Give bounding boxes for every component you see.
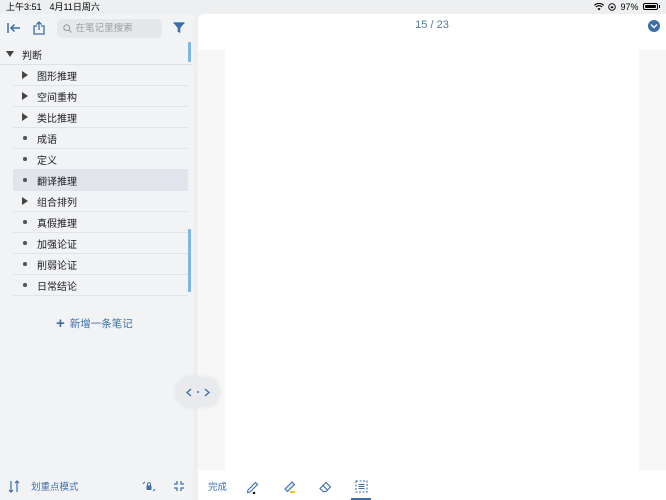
lasso-select-tool-icon[interactable] [351,476,372,500]
highlight-mode-button[interactable]: 划重点模式 [31,479,79,493]
filter-icon[interactable] [172,19,187,37]
scroll-indicator [188,229,191,292]
tree-item-label: 真假推理 [37,218,77,230]
status-time: 上午3:51 [6,2,42,12]
page-canvas[interactable] [225,50,639,470]
page-canvas-area[interactable] [198,50,666,470]
bullet-dot-icon [13,178,37,182]
bullet-dot-icon [13,262,37,266]
bullet-dot-icon [13,283,37,287]
lock-icon[interactable] [141,480,157,493]
annotation-toolbar: 完成 [198,472,666,500]
expand-triangle-icon[interactable] [13,113,37,121]
tree-item-translation-reasoning[interactable]: 翻译推理 [13,170,188,191]
share-icon[interactable] [31,19,46,37]
next-page-icon[interactable] [204,385,210,400]
battery-percentage: 97% [620,1,639,12]
tree-item-label: 类比推理 [37,113,77,125]
previous-page-icon[interactable] [186,385,192,400]
tree-item-label: 成语 [37,134,57,146]
tree-item-weaken-argument[interactable]: 削弱论证 [13,254,188,275]
bullet-dot-icon [13,220,37,224]
tree-item-definition[interactable]: 定义 [13,149,188,170]
add-note-button[interactable]: + 新增一条笔记 [56,316,133,331]
plus-icon: + [56,315,65,332]
page-nav-handle[interactable] [176,377,220,407]
expand-triangle-icon[interactable] [13,71,37,79]
bullet-dot-icon [13,241,37,245]
status-bar: 上午3:51 4月11日周六 97% [0,0,666,13]
expand-triangle-icon[interactable] [13,92,37,100]
tree-root-label: 判断 [22,50,42,62]
search-input[interactable] [75,22,156,34]
tree-item-label: 日常结论 [37,281,77,293]
tree-item-analogy-reasoning[interactable]: 类比推理 [13,107,188,128]
battery-icon [642,3,658,10]
scroll-indicator-top [188,42,191,62]
chevron-down-icon[interactable] [648,20,660,32]
tree-item-label: 翻译推理 [37,176,77,188]
wifi-icon [594,2,605,10]
document-viewer: 15 / 23 完成 [198,14,666,500]
pen-tool-icon[interactable] [243,476,263,496]
notes-sidebar: 判断 图形推理 空间重构 类比推理 成语 定义 翻译推理 组合排列 [0,14,193,500]
tree-item-graphic-reasoning[interactable]: 图形推理 [13,65,188,86]
tree-item-label: 空间重构 [37,92,77,104]
sort-icon[interactable] [8,479,21,493]
tree-item-label: 定义 [37,155,57,167]
collapse-all-icon[interactable] [173,480,185,492]
tree-item-spatial-reconstruction[interactable]: 空间重构 [13,86,188,107]
tree-item-label: 图形推理 [37,71,77,83]
tree-item-daily-conclusion[interactable]: 日常结论 [13,275,188,296]
tree-item-truth-reasoning[interactable]: 真假推理 [13,212,188,233]
tree-item-label: 加强论证 [37,239,77,251]
tree-root-judgment[interactable]: 判断 [0,44,193,65]
highlighter-tool-icon[interactable] [279,476,299,496]
search-icon [62,23,72,33]
tree-item-label: 削弱论证 [37,260,77,272]
tree-item-combination-permutation[interactable]: 组合排列 [13,191,188,212]
expand-triangle-icon[interactable] [13,197,37,205]
tree-item-strengthen-argument[interactable]: 加强论证 [13,233,188,254]
done-button[interactable]: 完成 [208,479,227,493]
status-date: 4月11日周六 [49,2,100,12]
page-indicator: 15 / 23 [415,19,449,31]
collapse-triangle-icon[interactable] [6,51,14,57]
orientation-lock-icon [608,2,617,11]
add-note-label: 新增一条笔记 [69,318,133,330]
nav-dot-icon [197,391,199,393]
sidebar-toolbar [0,14,193,42]
notes-tree: 判断 图形推理 空间重构 类比推理 成语 定义 翻译推理 组合排列 真假推理 加… [0,44,193,296]
tree-item-idioms[interactable]: 成语 [13,128,188,149]
search-box[interactable] [56,18,162,38]
collapse-sidebar-icon[interactable] [6,19,21,37]
tree-item-label: 组合排列 [37,197,77,209]
eraser-tool-icon[interactable] [315,476,335,496]
sidebar-bottom-bar: 划重点模式 [0,472,193,500]
bullet-dot-icon [13,136,37,140]
bullet-dot-icon [13,157,37,161]
